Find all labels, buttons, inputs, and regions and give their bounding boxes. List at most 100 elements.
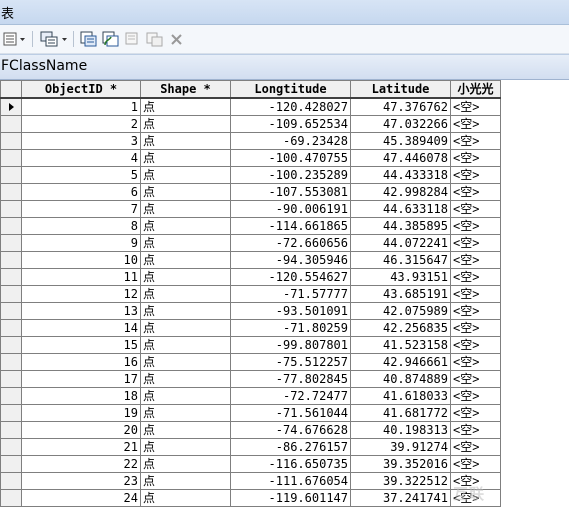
latitude-cell[interactable]: 45.389409 <box>350 132 451 150</box>
objectid-cell[interactable]: 2 <box>21 115 141 133</box>
objectid-cell[interactable]: 11 <box>21 268 141 286</box>
table-row[interactable]: 8 点 -114.661865 44.385895 <空> <box>0 217 501 235</box>
extra-cell[interactable]: <空> <box>450 319 501 337</box>
latitude-cell[interactable]: 43.93151 <box>350 268 451 286</box>
latitude-cell[interactable]: 42.998284 <box>350 183 451 201</box>
latitude-cell[interactable]: 42.256835 <box>350 319 451 337</box>
column-header-latitude[interactable]: Latitude <box>350 80 451 99</box>
shape-cell[interactable]: 点 <box>140 472 231 490</box>
latitude-cell[interactable]: 41.618033 <box>350 387 451 405</box>
row-selector[interactable] <box>0 251 22 269</box>
objectid-cell[interactable]: 24 <box>21 489 141 507</box>
row-selector[interactable] <box>0 183 22 201</box>
longtitude-cell[interactable]: -111.676054 <box>230 472 351 490</box>
row-selector[interactable] <box>0 285 22 303</box>
table-options-button[interactable] <box>3 30 27 48</box>
longtitude-cell[interactable]: -93.501091 <box>230 302 351 320</box>
latitude-cell[interactable]: 47.032266 <box>350 115 451 133</box>
table-row[interactable]: 18 点 -72.72477 41.618033 <空> <box>0 387 501 405</box>
row-selector[interactable] <box>0 404 22 422</box>
column-header-extra[interactable]: 小光光 <box>450 80 501 99</box>
extra-cell[interactable]: <空> <box>450 234 501 252</box>
longtitude-cell[interactable]: -74.676628 <box>230 421 351 439</box>
table-row[interactable]: 4 点 -100.470755 47.446078 <空> <box>0 149 501 167</box>
table-row[interactable]: 19 点 -71.561044 41.681772 <空> <box>0 404 501 422</box>
extra-cell[interactable]: <空> <box>450 217 501 235</box>
shape-cell[interactable]: 点 <box>140 336 231 354</box>
table-row[interactable]: 20 点 -74.676628 40.198313 <空> <box>0 421 501 439</box>
row-selector[interactable] <box>0 421 22 439</box>
row-selector[interactable] <box>0 200 22 218</box>
row-selector[interactable] <box>0 234 22 252</box>
extra-cell[interactable]: <空> <box>450 404 501 422</box>
latitude-cell[interactable]: 44.433318 <box>350 166 451 184</box>
table-row[interactable]: 15 点 -99.807801 41.523158 <空> <box>0 336 501 354</box>
table-row[interactable]: 5 点 -100.235289 44.433318 <空> <box>0 166 501 184</box>
extra-cell[interactable]: <空> <box>450 166 501 184</box>
latitude-cell[interactable]: 44.072241 <box>350 234 451 252</box>
table-row[interactable]: 14 点 -71.80259 42.256835 <空> <box>0 319 501 337</box>
shape-cell[interactable]: 点 <box>140 166 231 184</box>
objectid-cell[interactable]: 23 <box>21 472 141 490</box>
related-tables-button[interactable] <box>40 30 70 48</box>
row-selector[interactable] <box>0 132 22 150</box>
longtitude-cell[interactable]: -90.006191 <box>230 200 351 218</box>
extra-cell[interactable]: <空> <box>450 387 501 405</box>
shape-cell[interactable]: 点 <box>140 251 231 269</box>
latitude-cell[interactable]: 40.198313 <box>350 421 451 439</box>
row-selector[interactable] <box>0 489 22 507</box>
extra-cell[interactable]: <空> <box>450 353 501 371</box>
row-selector[interactable] <box>0 268 22 286</box>
longtitude-cell[interactable]: -100.470755 <box>230 149 351 167</box>
table-row[interactable]: 13 点 -93.501091 42.075989 <空> <box>0 302 501 320</box>
longtitude-cell[interactable]: -77.802845 <box>230 370 351 388</box>
extra-cell[interactable]: <空> <box>450 200 501 218</box>
longtitude-cell[interactable]: -100.235289 <box>230 166 351 184</box>
longtitude-cell[interactable]: -71.80259 <box>230 319 351 337</box>
clear-selection-button[interactable] <box>124 30 140 48</box>
objectid-cell[interactable]: 15 <box>21 336 141 354</box>
longtitude-cell[interactable]: -120.428027 <box>230 97 351 116</box>
extra-cell[interactable]: <空> <box>450 285 501 303</box>
column-header-longtitude[interactable]: Longtitude <box>230 80 351 99</box>
feature-class-tab[interactable]: FClassName <box>0 54 569 80</box>
shape-cell[interactable]: 点 <box>140 217 231 235</box>
extra-cell[interactable]: <空> <box>450 97 501 116</box>
row-selector[interactable] <box>0 455 22 473</box>
shape-cell[interactable]: 点 <box>140 97 231 116</box>
objectid-cell[interactable]: 20 <box>21 421 141 439</box>
extra-cell[interactable]: <空> <box>450 132 501 150</box>
objectid-cell[interactable]: 14 <box>21 319 141 337</box>
table-row[interactable]: 6 点 -107.553081 42.998284 <空> <box>0 183 501 201</box>
extra-cell[interactable]: <空> <box>450 438 501 456</box>
row-selector[interactable] <box>0 115 22 133</box>
extra-cell[interactable]: <空> <box>450 370 501 388</box>
table-row[interactable]: 11 点 -120.554627 43.93151 <空> <box>0 268 501 286</box>
longtitude-cell[interactable]: -116.650735 <box>230 455 351 473</box>
shape-cell[interactable]: 点 <box>140 115 231 133</box>
longtitude-cell[interactable]: -119.601147 <box>230 489 351 507</box>
latitude-cell[interactable]: 44.385895 <box>350 217 451 235</box>
objectid-cell[interactable]: 22 <box>21 455 141 473</box>
latitude-cell[interactable]: 47.376762 <box>350 97 451 116</box>
latitude-cell[interactable]: 39.352016 <box>350 455 451 473</box>
shape-cell[interactable]: 点 <box>140 302 231 320</box>
extra-cell[interactable]: <空> <box>450 302 501 320</box>
shape-cell[interactable]: 点 <box>140 370 231 388</box>
objectid-cell[interactable]: 1 <box>21 97 141 116</box>
latitude-cell[interactable]: 40.874889 <box>350 370 451 388</box>
objectid-cell[interactable]: 10 <box>21 251 141 269</box>
longtitude-cell[interactable]: -109.652534 <box>230 115 351 133</box>
extra-cell[interactable]: <空> <box>450 149 501 167</box>
latitude-cell[interactable]: 39.91274 <box>350 438 451 456</box>
extra-cell[interactable]: <空> <box>450 421 501 439</box>
objectid-cell[interactable]: 13 <box>21 302 141 320</box>
shape-cell[interactable]: 点 <box>140 353 231 371</box>
longtitude-cell[interactable]: -86.276157 <box>230 438 351 456</box>
row-selector[interactable] <box>0 438 22 456</box>
longtitude-cell[interactable]: -114.661865 <box>230 217 351 235</box>
row-selector[interactable] <box>0 166 22 184</box>
table-row[interactable]: 21 点 -86.276157 39.91274 <空> <box>0 438 501 456</box>
shape-cell[interactable]: 点 <box>140 200 231 218</box>
objectid-cell[interactable]: 16 <box>21 353 141 371</box>
